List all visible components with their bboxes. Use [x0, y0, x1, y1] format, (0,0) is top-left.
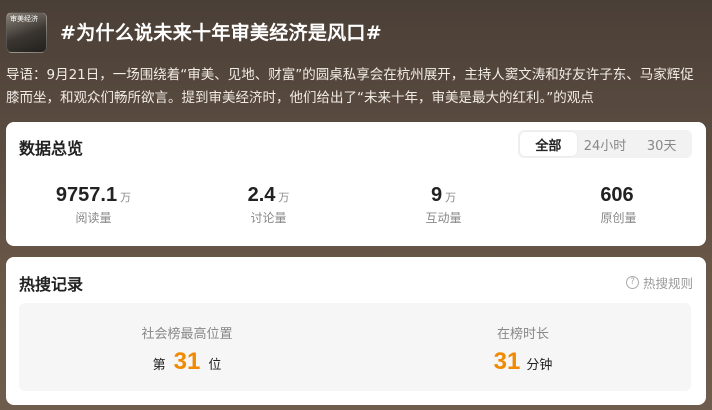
highest-position: 社会榜最高位置 第 31 位	[19, 303, 355, 391]
time-range-tabs: 全部 24小时 30天	[518, 130, 692, 158]
duration-value: 31	[493, 348, 521, 375]
stat-interactions: 9 万 互动量	[356, 184, 531, 226]
stat-label: 讨论量	[250, 211, 287, 225]
tab-all[interactable]: 全部	[520, 132, 577, 156]
stat-value: 9	[430, 184, 443, 206]
hot-search-title: 热搜记录	[19, 275, 84, 294]
stat-discussions: 2.4 万 讨论量	[181, 184, 356, 226]
duration-label: 在榜时长	[496, 327, 549, 342]
stat-unit: 万	[120, 191, 132, 204]
position-prefix: 第	[152, 358, 166, 373]
stat-originals: 606 原创量	[531, 184, 706, 226]
topic-thumbnail[interactable]: 审美经济	[6, 12, 47, 53]
stat-label: 互动量	[425, 211, 462, 225]
stat-value: 9757.1	[55, 184, 118, 206]
tab-24h[interactable]: 24小时	[577, 132, 634, 156]
question-circle-icon: ?	[625, 276, 639, 289]
tab-30d[interactable]: 30天	[633, 132, 690, 156]
duration-suffix: 分钟	[526, 358, 553, 373]
hot-search-rules-link[interactable]: ? 热搜规则	[625, 273, 693, 292]
stat-label: 原创量	[600, 211, 637, 225]
stat-unit: 万	[278, 191, 290, 204]
stat-value: 606	[600, 184, 634, 206]
position-suffix: 位	[208, 358, 222, 373]
highest-position-label: 社会榜最高位置	[141, 327, 233, 342]
stat-value: 2.4	[247, 184, 276, 206]
data-overview-card: 数据总览 全部 24小时 30天 9757.1 万 阅读量 2.4 万 讨论量 …	[6, 122, 706, 246]
position-value: 31	[173, 348, 201, 375]
on-list-duration: 在榜时长 31 分钟	[355, 303, 691, 391]
overview-title: 数据总览	[19, 139, 84, 158]
rules-label: 热搜规则	[642, 276, 693, 291]
thumbnail-caption: 审美经济	[10, 15, 38, 23]
topic-title: #为什么说未来十年审美经济是风口#	[60, 22, 382, 44]
stat-label: 阅读量	[75, 211, 112, 225]
hot-search-panel: 社会榜最高位置 第 31 位 在榜时长 31 分钟	[19, 303, 691, 391]
stat-reads: 9757.1 万 阅读量	[6, 184, 181, 226]
stats-row: 9757.1 万 阅读量 2.4 万 讨论量 9 万 互动量 606 原创量	[6, 184, 706, 226]
stat-unit: 万	[445, 191, 457, 204]
hot-search-card: 热搜记录 ? 热搜规则 社会榜最高位置 第 31 位 在榜时长 31 分钟	[6, 257, 706, 405]
topic-intro: 导语：9月21日，一场围绕着“审美、见地、财富”的圆桌私享会在杭州展开，主持人窦…	[6, 67, 694, 106]
topic-header: 审美经济 #为什么说未来十年审美经济是风口#	[0, 0, 712, 62]
